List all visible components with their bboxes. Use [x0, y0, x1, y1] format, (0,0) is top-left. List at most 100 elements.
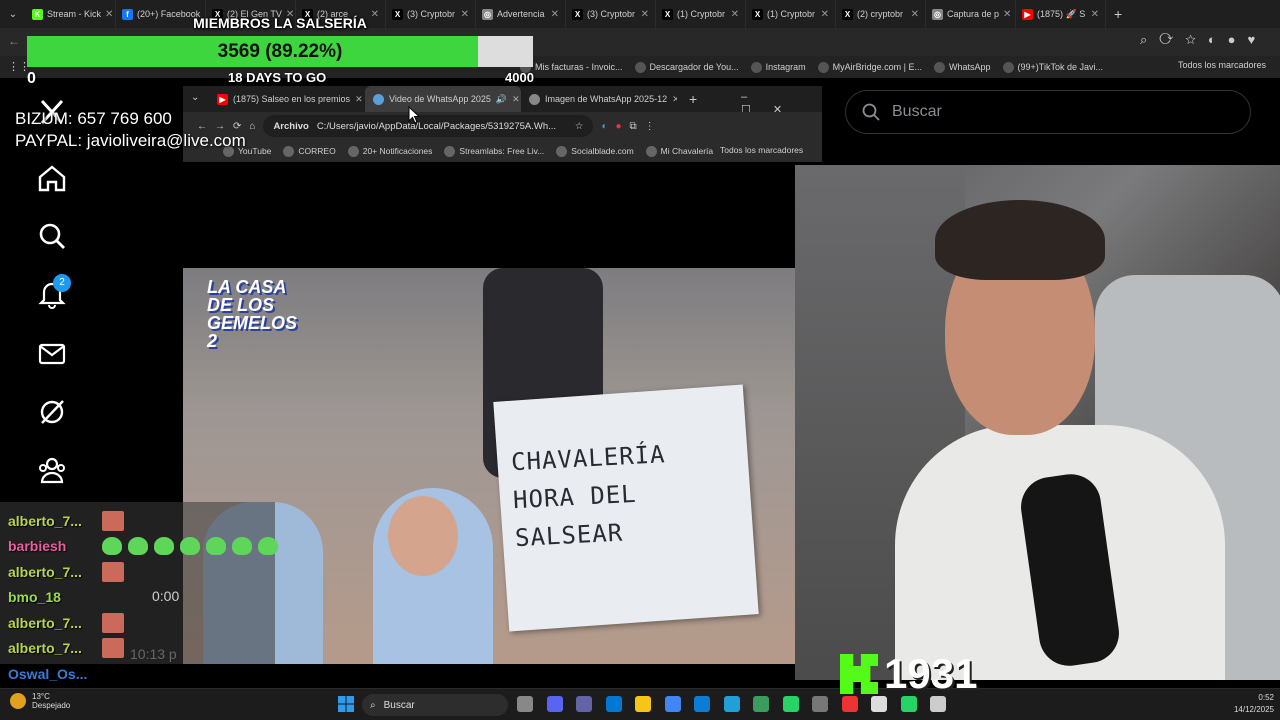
close-icon[interactable]: ✕ — [911, 9, 919, 20]
close-icon[interactable]: ✕ — [731, 9, 739, 20]
goal-days-left: 18 DAYS TO GO — [228, 70, 327, 85]
close-icon[interactable]: ✕ — [1003, 9, 1011, 20]
inner-bookmark-3[interactable]: Streamlabs: Free Liv... — [444, 145, 544, 157]
discord-icon[interactable] — [546, 696, 563, 712]
inner-tab-2[interactable]: Imagen de WhatsApp 2025-12 ✕ — [521, 86, 677, 112]
close-icon[interactable]: ✕ — [672, 94, 677, 105]
file-chip: Archivo — [273, 120, 309, 132]
whatsapp-icon[interactable] — [782, 696, 799, 712]
chat-message: alberto_7... — [0, 610, 280, 636]
close-icon[interactable]: ✕ — [105, 9, 113, 20]
pepe-emote-icon — [154, 537, 174, 556]
outer-bookmark-2[interactable]: Instagram — [750, 61, 806, 73]
outer-all-bookmarks[interactable]: Todos los marcadores — [1178, 60, 1266, 70]
home-icon[interactable] — [36, 162, 68, 194]
outer-tab-10[interactable]: ◎ Captura de p ✕ — [926, 0, 1016, 28]
inner-bookmark-5[interactable]: Mi Chavalería — [645, 145, 713, 157]
outer-tab-6[interactable]: X (3) Cryptobr ✕ — [566, 0, 656, 28]
goal-value: 3569 (89.22%) — [217, 41, 343, 62]
grok-icon[interactable] — [36, 396, 68, 428]
star-icon[interactable]: ☆ — [575, 121, 584, 132]
outlook-icon[interactable] — [605, 696, 622, 712]
video-person-face — [388, 496, 458, 576]
menu-icon[interactable]: ⋮ — [645, 121, 655, 132]
inner-tab-list-icon[interactable]: ⌄ — [191, 92, 199, 103]
new-tab-icon[interactable]: + — [1114, 6, 1122, 22]
outer-bookmark-4[interactable]: WhatsApp — [934, 61, 991, 73]
inner-browser-toolbar: ← → ⟳ ⌂ Archivo C:/Users/javio/AppData/L… — [183, 112, 823, 140]
outer-bookmark-5[interactable]: (99+)TikTok de Javi... — [1002, 61, 1103, 73]
tab-list-chevron-icon[interactable]: ⌄ — [0, 9, 26, 20]
edge-icon[interactable] — [694, 696, 710, 712]
close-icon[interactable]: ✕ — [1091, 9, 1099, 20]
outer-tab-0[interactable]: K Stream - Kick ✕ — [26, 0, 116, 28]
socialblade-icon — [556, 145, 568, 157]
outer-tab-5[interactable]: ◎ Advertencia ✕ — [476, 0, 566, 28]
obs-icon[interactable] — [812, 696, 828, 712]
inner-bookmark-4[interactable]: Socialblade.com — [556, 145, 634, 157]
system-clock[interactable]: 0:52 14/12/2025 — [1222, 692, 1274, 716]
close-icon[interactable]: ✕ — [551, 9, 559, 20]
close-icon[interactable]: ✕ — [461, 9, 469, 20]
weather-desc: Despejado — [32, 701, 71, 710]
brick-emote-icon — [102, 612, 124, 633]
chrome-icon[interactable] — [664, 696, 681, 712]
outer-bookmark-0[interactable]: Mis facturas - Invoic... — [520, 61, 623, 73]
taskbar-search[interactable]: ⌕ Buscar — [362, 694, 508, 716]
windows-start-icon[interactable] — [338, 696, 354, 712]
tab-favicon-icon: X — [572, 8, 583, 20]
tab-favicon-icon: f — [122, 8, 133, 20]
outer-bookmark-1[interactable]: Descargador de You... — [634, 61, 739, 73]
weather-widget[interactable]: 13°C Despejado — [10, 692, 70, 710]
kick-logo-icon — [840, 654, 878, 694]
teams-icon[interactable] — [576, 696, 592, 712]
pepe-emote-icon — [180, 537, 200, 556]
inner-tab-1[interactable]: Video de WhatsApp 2025 🔊 ✕ — [365, 86, 521, 112]
extensions-icon[interactable]: ⧉ — [630, 121, 637, 132]
telegram-icon[interactable] — [723, 696, 740, 712]
inner-bookmark-2[interactable]: 20+ Notificaciones — [347, 145, 432, 157]
xbox-icon[interactable] — [753, 696, 769, 712]
outer-tab-9[interactable]: X (2) cryptobr ✕ — [836, 0, 926, 28]
outer-tab-label: (1) Cryptobr — [767, 9, 816, 19]
address-bar[interactable]: Archivo C:/Users/javio/AppData/Local/Pac… — [263, 115, 594, 137]
mail-icon[interactable] — [36, 338, 68, 370]
app-icon[interactable] — [930, 696, 946, 712]
close-icon[interactable]: ✕ — [641, 9, 649, 20]
notification-badge: 2 — [53, 274, 71, 292]
inner-all-bookmarks[interactable]: Todos los marcadores — [720, 145, 803, 155]
outer-tab-label: Advertencia — [497, 9, 545, 19]
close-icon[interactable]: ✕ — [512, 94, 520, 105]
communities-icon[interactable] — [36, 454, 68, 486]
inner-bookmark-1[interactable]: CORREO — [283, 145, 336, 157]
back-icon[interactable]: ← — [8, 34, 20, 48]
app-icon[interactable] — [871, 696, 887, 712]
outer-bookmark-3[interactable]: MyAirBridge.com | E... — [817, 61, 922, 73]
x-search-input[interactable]: Buscar — [845, 90, 1251, 134]
outer-tab-8[interactable]: X (1) Cryptobr ✕ — [746, 0, 836, 28]
chat-username: alberto_7... — [8, 512, 82, 529]
sign-text: CHAVALERÍA HORA DEL SALSEAR — [510, 440, 667, 553]
home-icon[interactable]: ⌂ — [249, 121, 255, 132]
chat-username: bmo_18 — [8, 589, 61, 606]
close-icon[interactable]: ✕ — [371, 9, 379, 20]
extension-icon[interactable]: ◐ — [601, 121, 607, 132]
app-icon[interactable] — [841, 696, 858, 712]
outer-tab-7[interactable]: X (1) Cryptobr ✕ — [656, 0, 746, 28]
speaker-icon[interactable]: 🔊 — [496, 94, 507, 105]
player-time: 0:00 — [152, 588, 180, 604]
close-icon[interactable]: ✕ — [821, 9, 829, 20]
search-icon[interactable] — [36, 220, 68, 252]
close-icon[interactable]: ✕ — [355, 94, 363, 105]
brick-emote-icon — [102, 561, 124, 582]
tab-favicon-icon: X — [392, 8, 403, 20]
new-tab-icon[interactable]: + — [689, 91, 697, 107]
whatsapp-icon[interactable] — [900, 696, 917, 712]
task-view-icon[interactable] — [517, 696, 533, 712]
toolbar-extensions-icons[interactable]: ⌕⟳☆◐●♥ — [1140, 32, 1267, 48]
extension-icon[interactable]: ● — [615, 121, 621, 132]
outer-tab-11[interactable]: ▶ (1875) 🚀 S ✕ — [1016, 0, 1106, 28]
subscriber-goal-bar: 3569 (89.22%) — [27, 36, 533, 67]
file-explorer-icon[interactable] — [635, 696, 651, 712]
outer-tab-4[interactable]: X (3) Cryptobr ✕ — [386, 0, 476, 28]
